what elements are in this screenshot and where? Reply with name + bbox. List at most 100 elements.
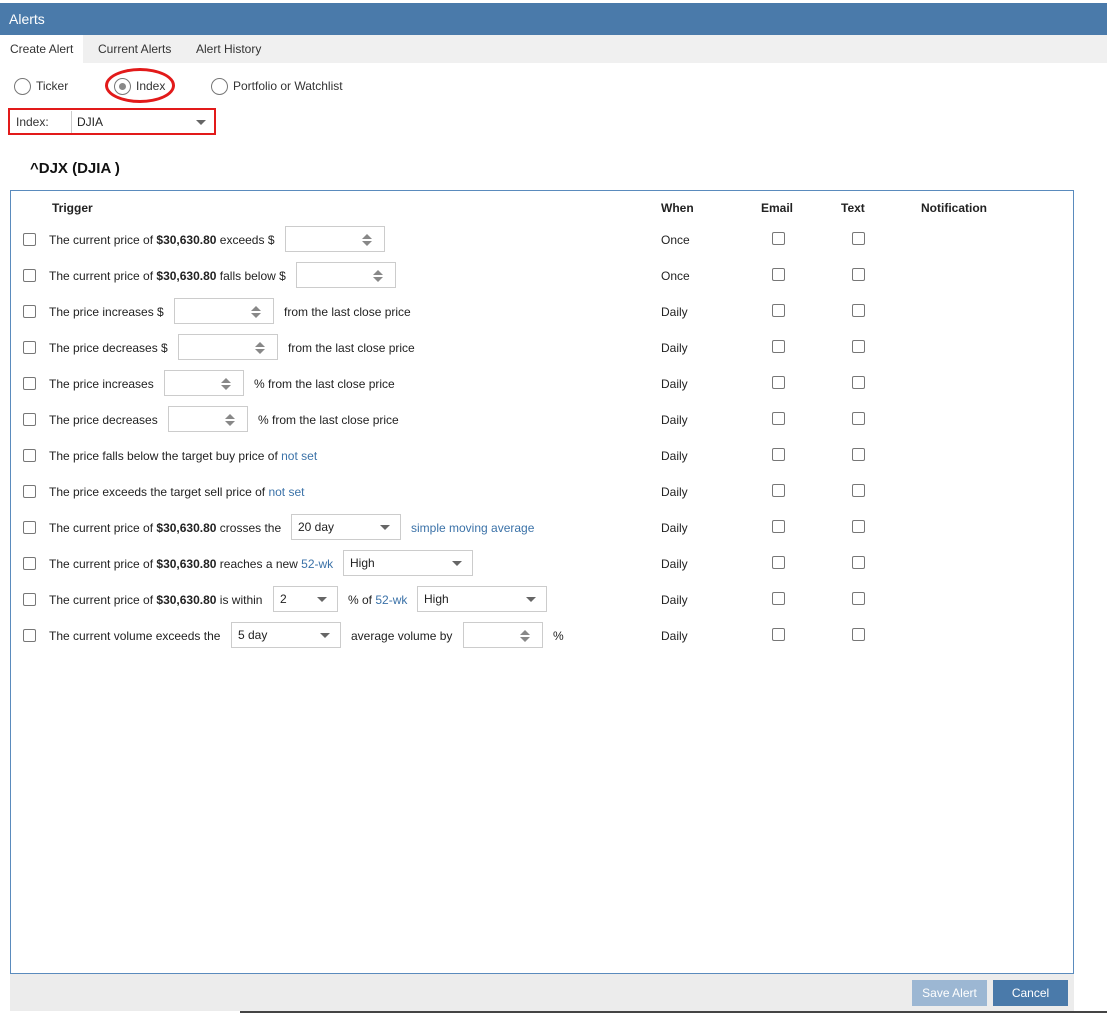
email-checkbox[interactable] — [772, 232, 785, 245]
percent-within-select[interactable]: 2 — [273, 586, 338, 612]
row-select-checkbox[interactable] — [23, 485, 36, 498]
email-checkbox[interactable] — [772, 628, 785, 641]
text-checkbox[interactable] — [852, 556, 865, 569]
row-select-checkbox[interactable] — [23, 341, 36, 354]
when-value: Daily — [661, 305, 688, 319]
stepper-up-icon[interactable] — [373, 270, 383, 275]
row-select-checkbox[interactable] — [23, 305, 36, 318]
stepper-down-icon[interactable] — [373, 277, 383, 282]
column-when: When — [661, 201, 694, 215]
stepper-down-icon[interactable] — [251, 313, 261, 318]
table-row: The price decreases % from the last clos… — [11, 406, 1073, 442]
text-checkbox[interactable] — [852, 592, 865, 605]
column-trigger: Trigger — [52, 201, 93, 215]
cancel-button[interactable]: Cancel — [993, 980, 1068, 1006]
tab-alert-history[interactable]: Alert History — [186, 35, 271, 63]
email-checkbox[interactable] — [772, 556, 785, 569]
text-checkbox[interactable] — [852, 376, 865, 389]
stepper-down-icon[interactable] — [362, 241, 372, 246]
row-select-checkbox[interactable] — [23, 521, 36, 534]
stepper-up-icon[interactable] — [520, 630, 530, 635]
text-checkbox[interactable] — [852, 232, 865, 245]
index-label: Index: — [16, 115, 49, 129]
stepper-up-icon[interactable] — [225, 414, 235, 419]
email-checkbox[interactable] — [772, 484, 785, 497]
stepper-down-icon[interactable] — [221, 385, 231, 390]
row-select-checkbox[interactable] — [23, 269, 36, 282]
52wk-link[interactable]: 52-wk — [301, 557, 333, 571]
email-checkbox[interactable] — [772, 412, 785, 425]
text-checkbox[interactable] — [852, 304, 865, 317]
target-sell-price-link[interactable]: not set — [268, 485, 304, 499]
trigger-text: The current volume exceeds the — [49, 629, 221, 643]
row-select-checkbox[interactable] — [23, 593, 36, 606]
percent-stepper[interactable] — [164, 370, 244, 396]
trigger-text-part: The price exceeds the target sell price … — [49, 485, 269, 499]
row-select-checkbox[interactable] — [23, 413, 36, 426]
stepper-down-icon[interactable] — [225, 421, 235, 426]
email-checkbox[interactable] — [772, 520, 785, 533]
save-alert-button[interactable]: Save Alert — [912, 980, 987, 1006]
radio-portfolio-label: Portfolio or Watchlist — [233, 79, 343, 93]
row-select-checkbox[interactable] — [23, 557, 36, 570]
trigger-text-part: crosses the — [216, 521, 282, 535]
row-select-checkbox[interactable] — [23, 377, 36, 390]
trigger-text-part: The current price of — [49, 521, 157, 535]
volume-percent-stepper[interactable] — [463, 622, 543, 648]
row-select-checkbox[interactable] — [23, 629, 36, 642]
trigger-text-part: The current price of — [49, 233, 157, 247]
text-checkbox[interactable] — [852, 448, 865, 461]
table-row: The current price of $30,630.80 reaches … — [11, 550, 1073, 586]
current-price: $30,630.80 — [156, 593, 217, 607]
text-checkbox[interactable] — [852, 628, 865, 641]
stepper-down-icon[interactable] — [520, 637, 530, 642]
percent-within-value: 2 — [280, 592, 287, 606]
tab-create-alert[interactable]: Create Alert — [0, 35, 84, 63]
stepper-down-icon[interactable] — [255, 349, 265, 354]
email-checkbox[interactable] — [772, 304, 785, 317]
radio-portfolio[interactable] — [211, 77, 228, 95]
amount-stepper[interactable] — [174, 298, 274, 324]
52wk-link[interactable]: 52-wk — [375, 593, 407, 607]
radio-ticker[interactable] — [14, 77, 31, 95]
text-checkbox[interactable] — [852, 412, 865, 425]
trigger-text-suffix: from the last close price — [288, 341, 415, 355]
percent-stepper[interactable] — [168, 406, 248, 432]
when-value: Daily — [661, 521, 688, 535]
trigger-text-suffix: % — [553, 629, 564, 643]
radio-ticker-option[interactable]: Ticker — [14, 76, 68, 96]
when-value: Daily — [661, 413, 688, 427]
email-checkbox[interactable] — [772, 592, 785, 605]
radio-portfolio-option[interactable]: Portfolio or Watchlist — [211, 76, 343, 96]
text-checkbox[interactable] — [852, 484, 865, 497]
price-stepper[interactable] — [285, 226, 385, 252]
amount-stepper[interactable] — [178, 334, 278, 360]
sma-period-select[interactable]: 20 day — [291, 514, 401, 540]
stepper-up-icon[interactable] — [251, 306, 261, 311]
trigger-text: The price decreases $ — [49, 341, 168, 355]
tab-bar: Create Alert Current Alerts Alert Histor… — [0, 35, 1107, 63]
sma-link[interactable]: simple moving average — [411, 521, 534, 535]
current-price: $30,630.80 — [156, 557, 217, 571]
text-checkbox[interactable] — [852, 340, 865, 353]
stepper-up-icon[interactable] — [221, 378, 231, 383]
text-checkbox[interactable] — [852, 520, 865, 533]
target-buy-price-link[interactable]: not set — [281, 449, 317, 463]
price-stepper[interactable] — [296, 262, 396, 288]
stepper-up-icon[interactable] — [362, 234, 372, 239]
high-low-select[interactable]: High — [343, 550, 473, 576]
high-low-select[interactable]: High — [417, 586, 547, 612]
stepper-up-icon[interactable] — [255, 342, 265, 347]
text-checkbox[interactable] — [852, 268, 865, 281]
email-checkbox[interactable] — [772, 448, 785, 461]
index-select[interactable]: DJIA — [71, 111, 214, 133]
high-low-value: High — [350, 556, 375, 570]
email-checkbox[interactable] — [772, 268, 785, 281]
column-notification: Notification — [921, 201, 987, 215]
volume-period-select[interactable]: 5 day — [231, 622, 341, 648]
email-checkbox[interactable] — [772, 340, 785, 353]
email-checkbox[interactable] — [772, 376, 785, 389]
tab-current-alerts[interactable]: Current Alerts — [88, 35, 181, 63]
row-select-checkbox[interactable] — [23, 233, 36, 246]
row-select-checkbox[interactable] — [23, 449, 36, 462]
